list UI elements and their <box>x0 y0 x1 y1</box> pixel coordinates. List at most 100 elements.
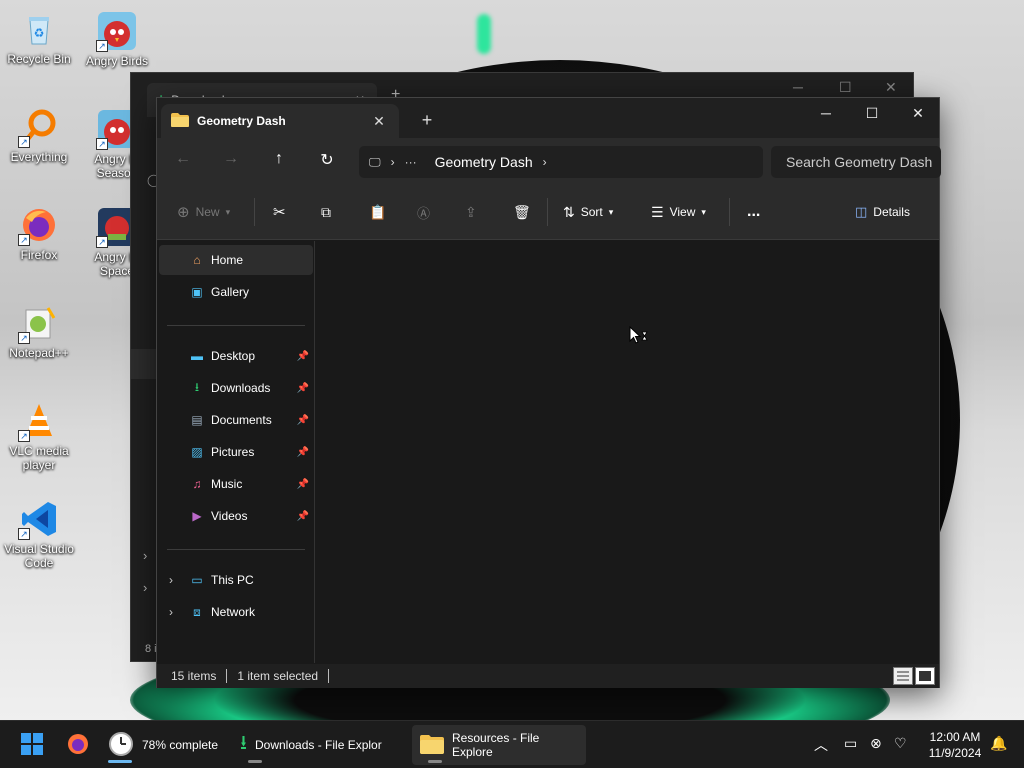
gallery-icon: ▣ <box>191 285 203 299</box>
taskbar-download-progress[interactable]: 78% complete <box>100 725 226 765</box>
pin-icon[interactable]: 📌 <box>297 447 309 458</box>
scissors-icon: ✂ <box>273 204 286 221</box>
cut-button[interactable]: ✂ <box>273 202 286 222</box>
copy-button[interactable]: ⧉ <box>321 202 331 222</box>
nav-item-desktop[interactable]: ▬ Desktop 📌 <box>159 341 313 371</box>
pin-icon[interactable]: 📌 <box>297 351 309 362</box>
new-button[interactable]: ⊕ New ▾ <box>177 202 230 222</box>
nav-item-this-pc[interactable]: › ▭ This PC <box>159 565 313 595</box>
address-bar: ← → ↑ ↻ 🖵 › ··· Geometry Dash › Search G… <box>157 138 941 184</box>
details-view-button[interactable] <box>893 667 913 685</box>
busy-cursor-icon <box>629 325 649 346</box>
desktop-folder-icon: ▬ <box>191 349 203 363</box>
minimize-button[interactable]: ─ <box>803 98 849 128</box>
network-icon: ⧈ <box>193 604 201 619</box>
tiles-view-button[interactable] <box>915 667 935 685</box>
nav-item-label: Documents <box>211 413 272 427</box>
sort-button[interactable]: ⇅ Sort ▾ <box>563 202 613 222</box>
network-status-icon[interactable]: ⊗ <box>870 735 882 752</box>
nav-item-pictures[interactable]: ▨ Pictures 📌 <box>159 437 313 467</box>
more-options-button[interactable]: ... <box>747 202 760 222</box>
desktop-icon-notepad-plus-plus[interactable]: ↗ Notepad++ <box>0 304 78 360</box>
pictures-folder-icon: ▨ <box>191 445 203 459</box>
taskbar-firefox[interactable] <box>58 725 98 765</box>
nav-item-music[interactable]: ♫ Music 📌 <box>159 469 313 499</box>
share-button[interactable]: ⇪ <box>465 202 477 222</box>
back-button[interactable]: ← <box>170 150 196 174</box>
up-button[interactable]: ↑ <box>266 150 292 174</box>
documents-folder-icon: ▤ <box>191 413 203 427</box>
desktop-icon-recycle-bin[interactable]: ♻ Recycle Bin <box>0 10 78 66</box>
maximize-icon[interactable]: ☐ <box>839 79 852 96</box>
sort-icon: ⇅ <box>563 203 575 220</box>
minimize-icon[interactable]: ─ <box>793 79 803 95</box>
desktop-icon-vscode[interactable]: ↗ Visual Studio Code <box>0 500 78 570</box>
view-button[interactable]: ☰ View ▾ <box>651 202 706 222</box>
refresh-button[interactable]: ↻ <box>314 150 340 174</box>
desktop-icon-vlc[interactable]: ↗ VLC media player <box>0 402 78 472</box>
everything-search-icon: ↗ <box>18 108 58 148</box>
desktop-icon-firefox[interactable]: ↗ Firefox <box>0 206 78 262</box>
file-list-area[interactable] <box>316 241 938 663</box>
nav-item-videos[interactable]: ▶ Videos 📌 <box>159 501 313 531</box>
chevron-up-icon[interactable]: ︿ <box>814 735 828 755</box>
taskbar-downloads-explorer[interactable]: ⭳ Downloads - File Explor <box>232 725 390 765</box>
search-input[interactable]: Search Geometry Dash <box>771 146 941 178</box>
close-tab-icon[interactable]: ✕ <box>369 113 389 130</box>
chevron-right-icon[interactable]: › <box>143 580 147 595</box>
toolbar-divider <box>254 198 255 226</box>
desktop-icon-label: Firefox <box>20 248 58 262</box>
details-pane-icon: ◫ <box>855 204 868 219</box>
nav-item-gallery[interactable]: ▣ Gallery <box>159 277 313 307</box>
selection-count: 1 item selected <box>237 669 319 683</box>
chevron-right-icon[interactable]: › <box>169 573 173 587</box>
tab-title: Geometry Dash <box>197 114 286 128</box>
taskbar: 78% complete ⭳ Downloads - File Explor R… <box>0 720 1024 768</box>
chevron-right-icon[interactable]: › <box>391 155 395 169</box>
overflow-dots-icon[interactable]: ··· <box>405 155 417 169</box>
start-button[interactable] <box>12 725 52 765</box>
desktop-icon-everything[interactable]: ↗ Everything <box>0 108 78 164</box>
progress-underline <box>108 760 132 763</box>
nav-item-network[interactable]: › ⧈ Network <box>159 597 313 627</box>
new-tab-button[interactable]: + <box>415 110 439 131</box>
paste-button[interactable]: 📋 <box>369 202 386 222</box>
tab-geometry-dash[interactable]: Geometry Dash ✕ <box>161 104 399 138</box>
volume-icon[interactable]: ♡ <box>894 735 907 752</box>
pin-icon[interactable]: 📌 <box>297 479 309 490</box>
nav-item-home[interactable]: ⌂ Home <box>159 245 313 275</box>
details-button[interactable]: ◫ Details <box>855 202 910 222</box>
breadcrumb-geometry-dash[interactable]: Geometry Dash <box>435 154 533 170</box>
system-clock[interactable]: 12:00 AM 11/9/2024 <box>920 729 990 761</box>
explorer-window[interactable]: Geometry Dash ✕ + ─ ☐ ✕ ← → ↑ ↻ 🖵 › ··· … <box>156 97 941 688</box>
close-button[interactable]: ✕ <box>895 98 941 128</box>
maximize-button[interactable]: ☐ <box>849 98 895 128</box>
pin-icon[interactable]: 📌 <box>297 415 309 426</box>
arrow-right-icon: → <box>223 150 239 167</box>
downloads-arrow-icon: ⭳ <box>240 732 247 754</box>
forward-button[interactable]: → <box>218 150 244 174</box>
notification-bell-icon[interactable]: 🔔 <box>990 735 1007 752</box>
background-status: 8 i <box>145 643 157 655</box>
toolbar-divider <box>729 198 730 226</box>
firefox-icon <box>66 732 90 759</box>
nav-item-label: Pictures <box>211 445 255 459</box>
maximize-icon: ☐ <box>865 104 879 121</box>
chevron-right-icon[interactable]: › <box>143 548 147 563</box>
desktop-icon-angry-birds[interactable]: ↗ Angry Birds <box>78 12 156 68</box>
chevron-right-icon[interactable]: › <box>169 605 173 619</box>
nav-item-downloads[interactable]: ⭳ Downloads 📌 <box>159 373 313 403</box>
new-label: New <box>195 205 220 219</box>
pin-icon[interactable]: 📌 <box>297 511 309 522</box>
rename-button[interactable]: Ⓐ <box>417 202 430 222</box>
delete-button[interactable]: 🗑 <box>513 202 531 222</box>
breadcrumb[interactable]: 🖵 › ··· Geometry Dash › <box>359 146 763 178</box>
close-icon[interactable]: ✕ <box>885 79 897 96</box>
notepad-plus-plus-icon: ↗ <box>18 304 58 344</box>
desktop-icon-label: Notepad++ <box>9 346 69 360</box>
taskbar-resources-explorer[interactable]: Resources - File Explore <box>412 725 586 765</box>
chevron-right-icon[interactable]: › <box>543 155 547 169</box>
pin-icon[interactable]: 📌 <box>297 383 309 394</box>
display-icon[interactable]: ▭ <box>844 735 857 752</box>
nav-item-documents[interactable]: ▤ Documents 📌 <box>159 405 313 435</box>
